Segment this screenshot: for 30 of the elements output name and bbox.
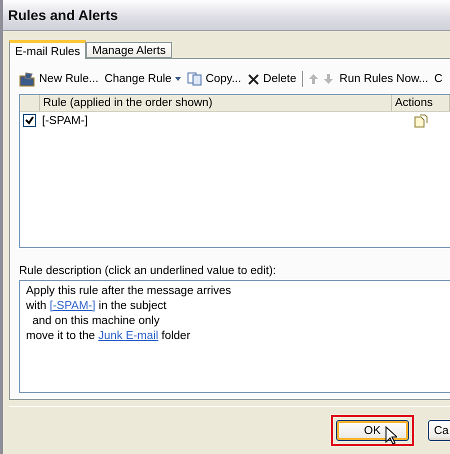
toolbar-button[interactable]: C [434, 73, 443, 85]
up-arrow-icon [309, 74, 318, 84]
value-link[interactable]: Junk E-mail [98, 330, 158, 342]
rule-name: [-SPAM-] [42, 114, 89, 126]
copy-button[interactable]: Copy... [186, 72, 242, 86]
dialog-button[interactable]: Ca [428, 420, 450, 441]
column-header[interactable]: Rule (applied in the order shown) [40, 95, 392, 111]
description-line: Apply this rule after the message arrives [26, 284, 232, 299]
description-line: move it to the Junk E-mail folder [26, 329, 192, 344]
document-icon [414, 114, 428, 128]
down-arrow-icon [324, 74, 334, 84]
folder-icon [19, 72, 36, 86]
tab[interactable]: Manage Alerts [86, 42, 172, 58]
rule-row[interactable]: [-SPAM-] [20, 112, 450, 129]
close-icon [247, 72, 260, 86]
delete-button[interactable]: Delete [247, 72, 296, 86]
description-line: and on this machine only [31, 314, 161, 329]
change-rule-menu[interactable]: Change Rule [104, 73, 181, 85]
copy-icon [186, 72, 203, 86]
description-line: with [-SPAM-] in the subject [26, 299, 168, 314]
cursor-icon [385, 426, 397, 445]
checkbox[interactable] [23, 114, 36, 127]
window-title: Rules and Alerts [8, 7, 118, 23]
toolbar-button[interactable]: Run Rules Now... [339, 73, 428, 85]
value-link[interactable]: [-SPAM-] [50, 300, 96, 312]
new-rule-button[interactable]: New Rule... [19, 72, 98, 86]
caret-icon [174, 77, 181, 81]
column-header[interactable]: Actions [392, 95, 450, 111]
description-label: Rule description (click an underlined value to edit): [19, 265, 277, 277]
tab[interactable]: E-mail Rules [9, 40, 86, 59]
